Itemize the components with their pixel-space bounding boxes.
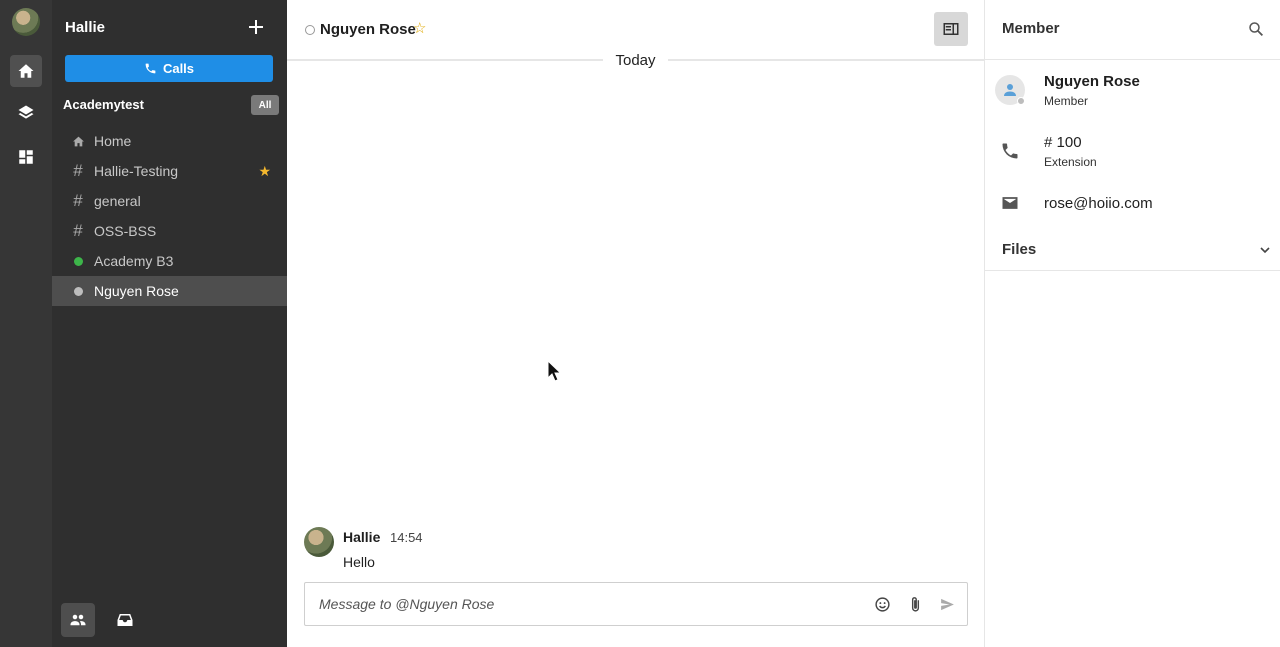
contacts-button[interactable] [61, 603, 95, 637]
emoji-button[interactable] [872, 594, 892, 614]
extension-label: Extension [1044, 155, 1097, 169]
hash-icon: # [73, 161, 83, 180]
sidebar-item-label: Hallie-Testing [94, 163, 179, 179]
toggle-panel-button[interactable] [934, 12, 968, 46]
chat-area: Nguyen Rose ☆ Today Hallie 14:54 Hello [287, 0, 984, 647]
sidebar-footer [52, 597, 287, 647]
message-avatar[interactable] [304, 527, 334, 557]
phone-icon [145, 63, 156, 74]
sidebar-user-name: Hallie [65, 19, 106, 36]
side-panel-icon [943, 23, 959, 35]
home-icon [18, 64, 34, 78]
layers-icon [18, 105, 34, 119]
send-icon [940, 598, 954, 610]
paperclip-icon [911, 596, 919, 612]
phone-icon [1000, 141, 1020, 161]
inbox-icon [117, 614, 133, 626]
filter-all-badge[interactable]: All [251, 95, 279, 115]
offline-status-icon [305, 25, 315, 35]
app-rail [0, 0, 52, 647]
member-name: Nguyen Rose [1044, 73, 1140, 90]
offline-status-icon [1017, 97, 1025, 105]
rail-home-button[interactable] [10, 55, 42, 87]
workspace-name: Academytest [63, 97, 144, 112]
emoji-icon [874, 596, 890, 612]
files-label: Files [1002, 241, 1037, 258]
person-icon [1004, 84, 1016, 96]
member-panel-title: Member [1002, 20, 1060, 37]
sidebar-item-label: Home [94, 133, 132, 149]
mail-icon [1000, 193, 1020, 213]
files-section-toggle[interactable]: Files [985, 228, 1280, 271]
search-icon[interactable] [1247, 20, 1265, 38]
sidebar-item-general[interactable]: # general [52, 186, 287, 216]
sidebar-item-hallie-testing[interactable]: # Hallie-Testing ★ [52, 156, 287, 186]
favorite-star-icon[interactable]: ☆ [413, 19, 426, 37]
chat-title: Nguyen Rose [320, 21, 416, 38]
hash-icon: # [73, 221, 83, 240]
member-panel: Member Nguyen Rose Member # 100 Extensio… [984, 0, 1280, 647]
send-button[interactable] [937, 594, 957, 614]
sidebar-item-nguyen-rose[interactable]: Nguyen Rose [52, 276, 287, 306]
message-time: 14:54 [390, 530, 423, 545]
sidebar-item-label: Academy B3 [94, 253, 174, 269]
sidebar-item-oss-bss[interactable]: # OSS-BSS [52, 216, 287, 246]
member-email[interactable]: rose@hoiio.com [1044, 195, 1153, 212]
sidebar: Hallie Calls Academytest All Home # Hall… [52, 0, 287, 647]
message-author[interactable]: Hallie [343, 529, 380, 545]
message-input[interactable] [319, 594, 859, 614]
calls-button-label: Calls [162, 61, 195, 76]
sidebar-item-label: general [94, 193, 141, 209]
online-status-icon [73, 256, 83, 266]
mouse-cursor-icon [547, 360, 561, 382]
dashboard-icon [19, 150, 33, 164]
user-avatar[interactable] [12, 8, 40, 36]
chevron-down-icon [1260, 247, 1270, 254]
add-icon[interactable] [247, 18, 265, 36]
group-icon [70, 614, 86, 626]
inbox-button[interactable] [108, 603, 142, 637]
message-text: Hello [343, 554, 375, 570]
date-separator-label: Today [603, 51, 668, 69]
message-composer [304, 582, 968, 626]
member-role: Member [1044, 94, 1089, 108]
rail-dashboard-button[interactable] [10, 141, 42, 173]
date-separator: Today [287, 51, 984, 69]
calls-button[interactable]: Calls [65, 55, 273, 82]
attach-button[interactable] [905, 594, 925, 614]
sidebar-item-label: Nguyen Rose [94, 283, 179, 299]
member-panel-header: Member [985, 0, 1280, 60]
sidebar-item-label: OSS-BSS [94, 223, 157, 239]
rail-layers-button[interactable] [10, 97, 42, 129]
extension-value: # 100 [1044, 134, 1082, 151]
home-icon [72, 136, 84, 146]
offline-status-icon [73, 286, 83, 296]
sidebar-item-academy-b3[interactable]: Academy B3 [52, 246, 287, 276]
sidebar-item-home[interactable]: Home [52, 126, 287, 156]
hash-icon: # [73, 191, 83, 210]
favorite-star-icon: ★ [258, 163, 271, 179]
